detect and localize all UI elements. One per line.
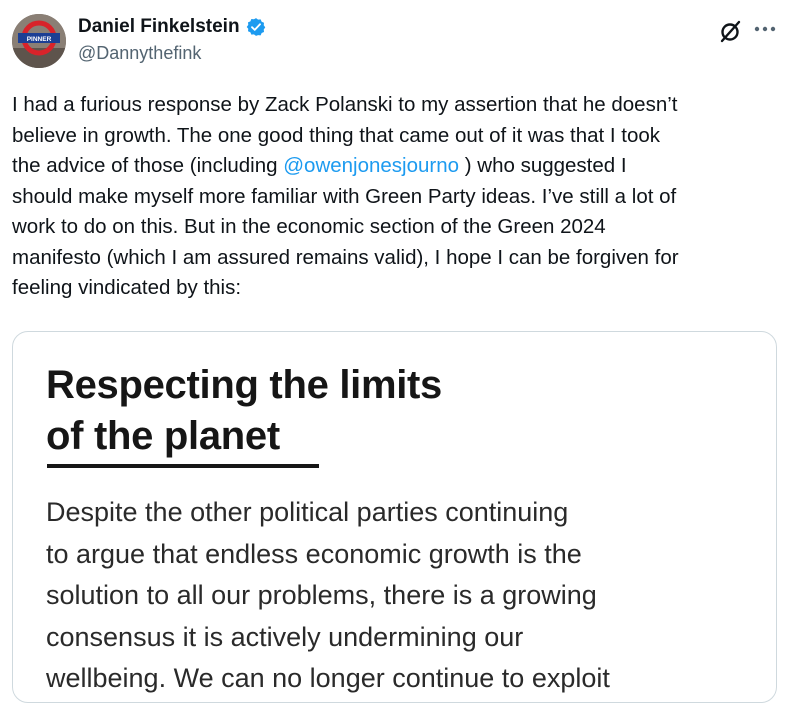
media-body-line: solution to all our problems, there is a… — [46, 580, 597, 610]
media-heading: Respecting the limits of the planet — [46, 360, 442, 462]
media-heading-line: Respecting the limits — [46, 363, 443, 407]
avatar-badge-text: PINNER — [27, 36, 52, 43]
tweet-text: I had a furious response by Zack Polansk… — [12, 90, 797, 304]
grok-icon[interactable] — [718, 18, 744, 44]
heading-underline — [47, 464, 319, 468]
mention-link[interactable]: @owenjonesjourno — [283, 154, 459, 177]
avatar[interactable]: PINNER — [12, 14, 66, 68]
media-body-line: Despite the other political parties cont… — [46, 497, 569, 527]
tweet-text-segment: the advice of those (including — [12, 154, 284, 177]
tweet-text-line: believe in growth. The one good thing th… — [12, 123, 661, 147]
tweet-text-line: manifesto (which I am assured remains va… — [12, 245, 679, 269]
tweet-text-line: should make myself more familiar with Gr… — [12, 184, 677, 208]
author-handle[interactable]: @Dannythefink — [78, 43, 201, 64]
tweet-text-line: feeling vindicated by this: — [12, 276, 242, 299]
media-body-line: to argue that endless economic growth is… — [46, 538, 582, 569]
media-body-line: wellbeing. We can no longer continue to … — [46, 663, 610, 693]
verified-badge-icon[interactable] — [246, 17, 266, 37]
more-horizontal-icon[interactable] — [751, 18, 779, 40]
tweet-text-line: work to do on this. But in the economic … — [12, 215, 606, 238]
author-name-line: Daniel Finkelstein — [78, 16, 266, 38]
media-heading-line: of the planet — [46, 414, 280, 458]
media-body-text: Despite the other political parties cont… — [46, 492, 610, 700]
media-image[interactable]: Respecting the limits of the planet Desp… — [12, 331, 777, 703]
tweet-text-segment: ) who suggested I — [459, 154, 627, 177]
media-body-line: consensus it is actively undermining our — [46, 621, 524, 652]
display-name[interactable]: Daniel Finkelstein — [78, 16, 240, 38]
tweet-text-line: the advice of those (including @owenjone… — [12, 151, 797, 182]
tweet-text-line: I had a furious response by Zack Polansk… — [12, 93, 678, 116]
